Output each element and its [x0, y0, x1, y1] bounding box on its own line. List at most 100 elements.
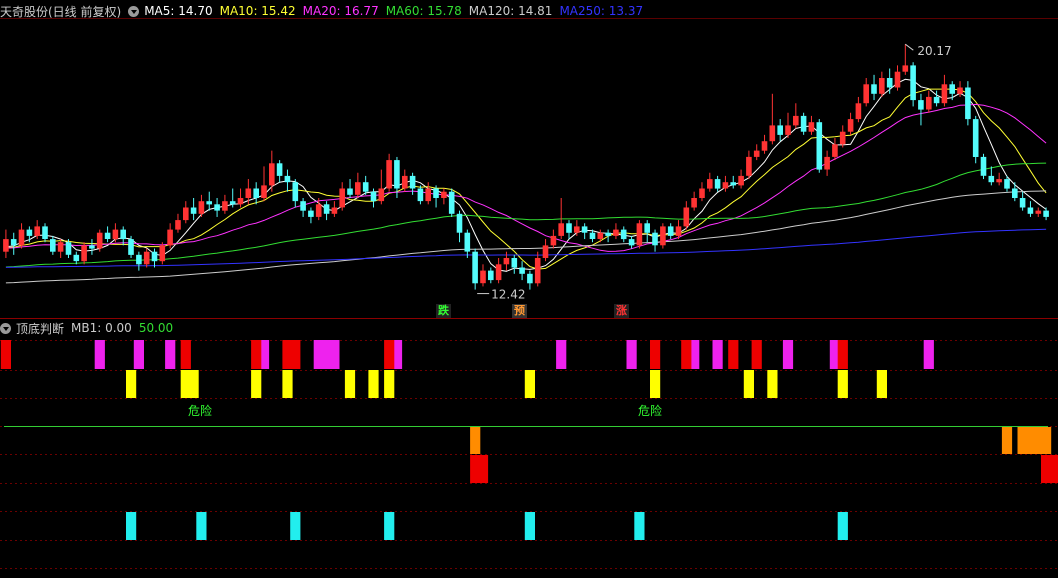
candle-body	[300, 201, 306, 211]
candle-body	[488, 270, 494, 281]
indicator-bar-yellow	[188, 370, 199, 398]
candle-body	[175, 220, 181, 230]
candle-body	[628, 239, 635, 246]
indicator-bar-yellow	[767, 370, 778, 398]
candle-body	[746, 156, 752, 176]
candle-body	[57, 242, 64, 252]
candle-body	[261, 185, 267, 198]
candle-body	[707, 179, 713, 189]
indicator-bar-magenta	[165, 340, 176, 369]
candle-body	[644, 223, 650, 233]
candle-body	[566, 223, 572, 233]
candle-body	[933, 96, 940, 104]
candle-body	[18, 229, 25, 246]
candle-body	[1012, 188, 1018, 198]
indicator-bar-magenta	[923, 340, 934, 369]
indicator-bar-magenta	[626, 340, 637, 369]
ma-line-ma10	[5, 88, 1047, 270]
candle-body	[527, 273, 533, 284]
candle-body	[550, 235, 557, 246]
candle-body	[65, 242, 72, 255]
candle-body	[1004, 179, 1010, 189]
candle-body	[832, 144, 838, 157]
indicator-bar-cyan	[634, 512, 645, 540]
candle-body	[143, 251, 150, 265]
candle-body	[886, 78, 893, 88]
indicator-bar-yellow	[126, 370, 137, 398]
candle-body	[448, 191, 455, 214]
candle-body	[10, 239, 17, 246]
candle-body	[738, 175, 744, 186]
candle-body	[589, 232, 596, 239]
ma-line-ma20	[5, 103, 1047, 252]
candle-body	[402, 175, 408, 189]
candle-body	[339, 188, 345, 208]
indicator-bar-magenta	[133, 340, 144, 369]
indicator-bar-yellow	[384, 370, 395, 398]
candle-body	[206, 201, 212, 205]
candle-body	[558, 223, 564, 236]
candle-body	[237, 198, 244, 205]
candle-body	[222, 201, 228, 211]
candle-body	[957, 87, 963, 94]
candle-body	[50, 239, 56, 252]
candle-body	[996, 179, 1002, 183]
candle-body	[918, 100, 924, 110]
candle-body	[503, 258, 510, 265]
high-pointer	[905, 43, 914, 51]
indicator-bar-red	[681, 340, 692, 369]
candle-body	[89, 245, 95, 249]
candle-body	[660, 226, 666, 246]
candle-body	[1043, 210, 1049, 217]
candle-body	[581, 226, 588, 233]
candle-body	[972, 119, 979, 157]
candle-body	[808, 122, 815, 132]
candle-body	[425, 188, 431, 202]
candle-body	[441, 191, 447, 198]
indicator-bar-red-low	[477, 455, 489, 483]
candle-body	[793, 115, 799, 126]
candle-body	[495, 264, 502, 281]
candle-body	[949, 84, 955, 94]
candle-body	[1019, 198, 1026, 208]
candle-body	[785, 125, 791, 135]
indicator-bar-yellow	[524, 370, 535, 398]
kline-chart[interactable]: 20.17 12.42	[0, 0, 1058, 578]
candle-body	[675, 226, 682, 236]
candle-body	[378, 188, 385, 202]
candle-body	[362, 182, 369, 192]
candle-body	[464, 232, 471, 252]
candle-body	[613, 229, 619, 236]
indicator-bar-yellow	[368, 370, 379, 398]
candle-body	[394, 160, 400, 189]
indicator-bar-magenta	[556, 340, 567, 369]
indicator-bar-red	[728, 340, 739, 369]
candle-body	[800, 115, 807, 132]
indicator-bar-yellow	[876, 370, 887, 398]
candle-body	[941, 84, 948, 104]
candle-body	[902, 65, 909, 72]
candle-body	[714, 179, 721, 189]
candle-body	[136, 254, 142, 265]
candle-body	[331, 207, 338, 214]
indicator-bar-yellow	[251, 370, 262, 398]
indicator-bar-magenta	[94, 340, 105, 369]
candle-body	[926, 96, 932, 110]
candle-body	[253, 188, 259, 198]
candle-body	[722, 182, 729, 189]
candle-body	[26, 229, 33, 236]
candle-body	[112, 229, 119, 240]
candle-body	[151, 251, 158, 262]
indicator-bar-red-low	[1048, 455, 1058, 483]
candle-body	[871, 84, 877, 94]
candle-body	[534, 258, 541, 284]
high-price-label: 20.17	[917, 44, 951, 58]
candle-body	[167, 229, 173, 246]
low-price-label: 12.42	[491, 288, 525, 302]
candle-body	[691, 198, 697, 208]
candle-body	[34, 226, 40, 236]
candle-body	[73, 254, 80, 262]
candle-body	[347, 188, 353, 195]
candle-body	[355, 182, 361, 195]
candle-body	[1027, 207, 1034, 214]
